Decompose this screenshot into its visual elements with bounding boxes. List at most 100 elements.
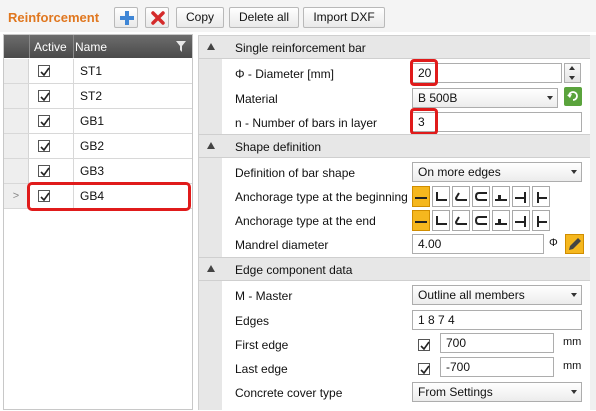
panel-scrollbar[interactable] bbox=[590, 35, 596, 410]
grid-header: Active Name bbox=[4, 35, 192, 58]
first-edge-checkbox[interactable] bbox=[418, 339, 430, 351]
mandrel-label: Mandrel diameter bbox=[235, 238, 329, 252]
property-panel: Single reinforcement bar Φ - Diameter [m… bbox=[198, 35, 592, 410]
table-row[interactable]: GB1 bbox=[4, 109, 192, 134]
check-icon bbox=[420, 365, 430, 375]
active-checkbox[interactable] bbox=[38, 115, 50, 127]
row-selector[interactable] bbox=[4, 134, 29, 158]
chevron-down-icon bbox=[571, 293, 577, 297]
row-name: GB1 bbox=[80, 114, 105, 128]
anchor-straight-icon[interactable] bbox=[412, 186, 430, 207]
anchor-hook-180-icon[interactable] bbox=[472, 186, 490, 207]
selected-row-highlight bbox=[27, 182, 191, 211]
active-checkbox[interactable] bbox=[38, 65, 50, 77]
table-row[interactable]: GB2 bbox=[4, 134, 192, 159]
last-edge-label: Last edge bbox=[235, 362, 288, 376]
cover-type-label: Concrete cover type bbox=[235, 386, 343, 400]
row-name: ST1 bbox=[80, 64, 103, 78]
bars-count-highlight bbox=[410, 108, 438, 135]
table-row[interactable]: ST2 bbox=[4, 84, 192, 109]
cover-type-select[interactable]: From Settings bbox=[412, 382, 582, 402]
delete-icon bbox=[151, 11, 165, 25]
collapse-icon[interactable] bbox=[207, 142, 215, 149]
bar-shape-select[interactable]: On more edges bbox=[412, 162, 582, 182]
collapse-icon[interactable] bbox=[207, 265, 215, 272]
anchor-hook-180-icon[interactable] bbox=[472, 210, 490, 231]
master-label: M - Master bbox=[235, 289, 293, 303]
edit-button[interactable] bbox=[565, 234, 584, 254]
column-header-active[interactable]: Active bbox=[34, 40, 67, 54]
table-row[interactable]: ST1 bbox=[4, 59, 192, 84]
check-icon bbox=[40, 142, 50, 152]
first-edge-label: First edge bbox=[235, 338, 289, 352]
last-edge-input[interactable]: -700 bbox=[440, 357, 554, 377]
check-icon bbox=[420, 341, 430, 351]
material-select[interactable]: B 500B bbox=[412, 88, 558, 108]
last-edge-checkbox[interactable] bbox=[418, 363, 430, 375]
anchor-straight-icon[interactable] bbox=[412, 210, 430, 231]
anchor-begin-label: Anchorage type at the beginning bbox=[235, 190, 408, 204]
anchor-end-plate-icon[interactable] bbox=[532, 186, 550, 207]
pencil-icon bbox=[569, 238, 581, 250]
delete-all-button[interactable]: Delete all bbox=[229, 7, 299, 28]
active-checkbox[interactable] bbox=[38, 165, 50, 177]
master-select[interactable]: Outline all members bbox=[412, 285, 582, 305]
check-icon bbox=[40, 92, 50, 102]
last-edge-unit: mm bbox=[563, 360, 582, 372]
section-edge[interactable]: Edge component data bbox=[199, 257, 592, 281]
material-value: B 500B bbox=[418, 91, 458, 105]
collapse-icon[interactable] bbox=[207, 43, 215, 50]
anchor-t-head-icon[interactable] bbox=[512, 186, 530, 207]
anchor-plate-icon[interactable] bbox=[492, 210, 510, 231]
anchor-end-plate-icon[interactable] bbox=[532, 210, 550, 231]
mandrel-input[interactable]: 4.00 bbox=[412, 234, 544, 254]
delete-button[interactable] bbox=[145, 7, 169, 28]
toolbar: Reinforcement Copy Delete all Import DXF bbox=[0, 0, 596, 32]
anchor-hook-135-icon[interactable] bbox=[452, 210, 470, 231]
anchor-t-head-icon[interactable] bbox=[512, 210, 530, 231]
section-title: Shape definition bbox=[235, 140, 322, 154]
anchor-end-options bbox=[412, 210, 552, 231]
row-selector[interactable] bbox=[4, 109, 29, 133]
column-header-name[interactable]: Name bbox=[75, 40, 107, 54]
row-name: GB3 bbox=[80, 164, 105, 178]
check-icon bbox=[40, 117, 50, 127]
active-checkbox[interactable] bbox=[38, 140, 50, 152]
anchor-hook-90-icon[interactable] bbox=[432, 186, 450, 207]
cover-type-value: From Settings bbox=[418, 385, 493, 399]
copy-button[interactable]: Copy bbox=[176, 7, 224, 28]
filter-icon[interactable] bbox=[176, 41, 186, 52]
anchor-end-label: Anchorage type at the end bbox=[235, 214, 376, 228]
row-name: GB2 bbox=[80, 139, 105, 153]
row-name: ST2 bbox=[80, 89, 103, 103]
edges-label: Edges bbox=[235, 314, 270, 328]
section-title: Edge component data bbox=[235, 263, 353, 277]
section-single-bar[interactable]: Single reinforcement bar bbox=[199, 35, 592, 59]
diameter-spinner[interactable] bbox=[564, 63, 581, 83]
first-edge-input[interactable]: 700 bbox=[440, 333, 554, 353]
section-shape[interactable]: Shape definition bbox=[199, 134, 592, 158]
bar-shape-value: On more edges bbox=[418, 165, 501, 179]
active-checkbox[interactable] bbox=[38, 90, 50, 102]
material-label: Material bbox=[235, 92, 278, 106]
import-dxf-button[interactable]: Import DXF bbox=[303, 7, 385, 28]
reinforcement-grid: Active Name ST1 ST2 GB1 GB2 GB3 > GB4 bbox=[3, 34, 193, 410]
bar-shape-label: Definition of bar shape bbox=[235, 166, 356, 180]
anchor-plate-icon[interactable] bbox=[492, 186, 510, 207]
section-title: Single reinforcement bar bbox=[235, 41, 366, 55]
row-selector[interactable] bbox=[4, 159, 29, 183]
anchor-begin-options bbox=[412, 186, 552, 207]
table-row[interactable]: GB3 bbox=[4, 159, 192, 184]
row-selector[interactable] bbox=[4, 84, 29, 108]
anchor-hook-135-icon[interactable] bbox=[452, 186, 470, 207]
master-value: Outline all members bbox=[418, 288, 525, 302]
chevron-down-icon bbox=[571, 390, 577, 394]
row-pointer-icon[interactable]: > bbox=[4, 184, 29, 208]
bars-count-label: n - Number of bars in layer bbox=[235, 116, 378, 130]
add-button[interactable] bbox=[114, 7, 138, 28]
anchor-hook-90-icon[interactable] bbox=[432, 210, 450, 231]
refresh-icon[interactable] bbox=[564, 87, 582, 106]
diameter-highlight bbox=[410, 59, 438, 86]
edges-input[interactable]: 1 8 7 4 bbox=[412, 310, 582, 330]
row-selector[interactable] bbox=[4, 59, 29, 83]
